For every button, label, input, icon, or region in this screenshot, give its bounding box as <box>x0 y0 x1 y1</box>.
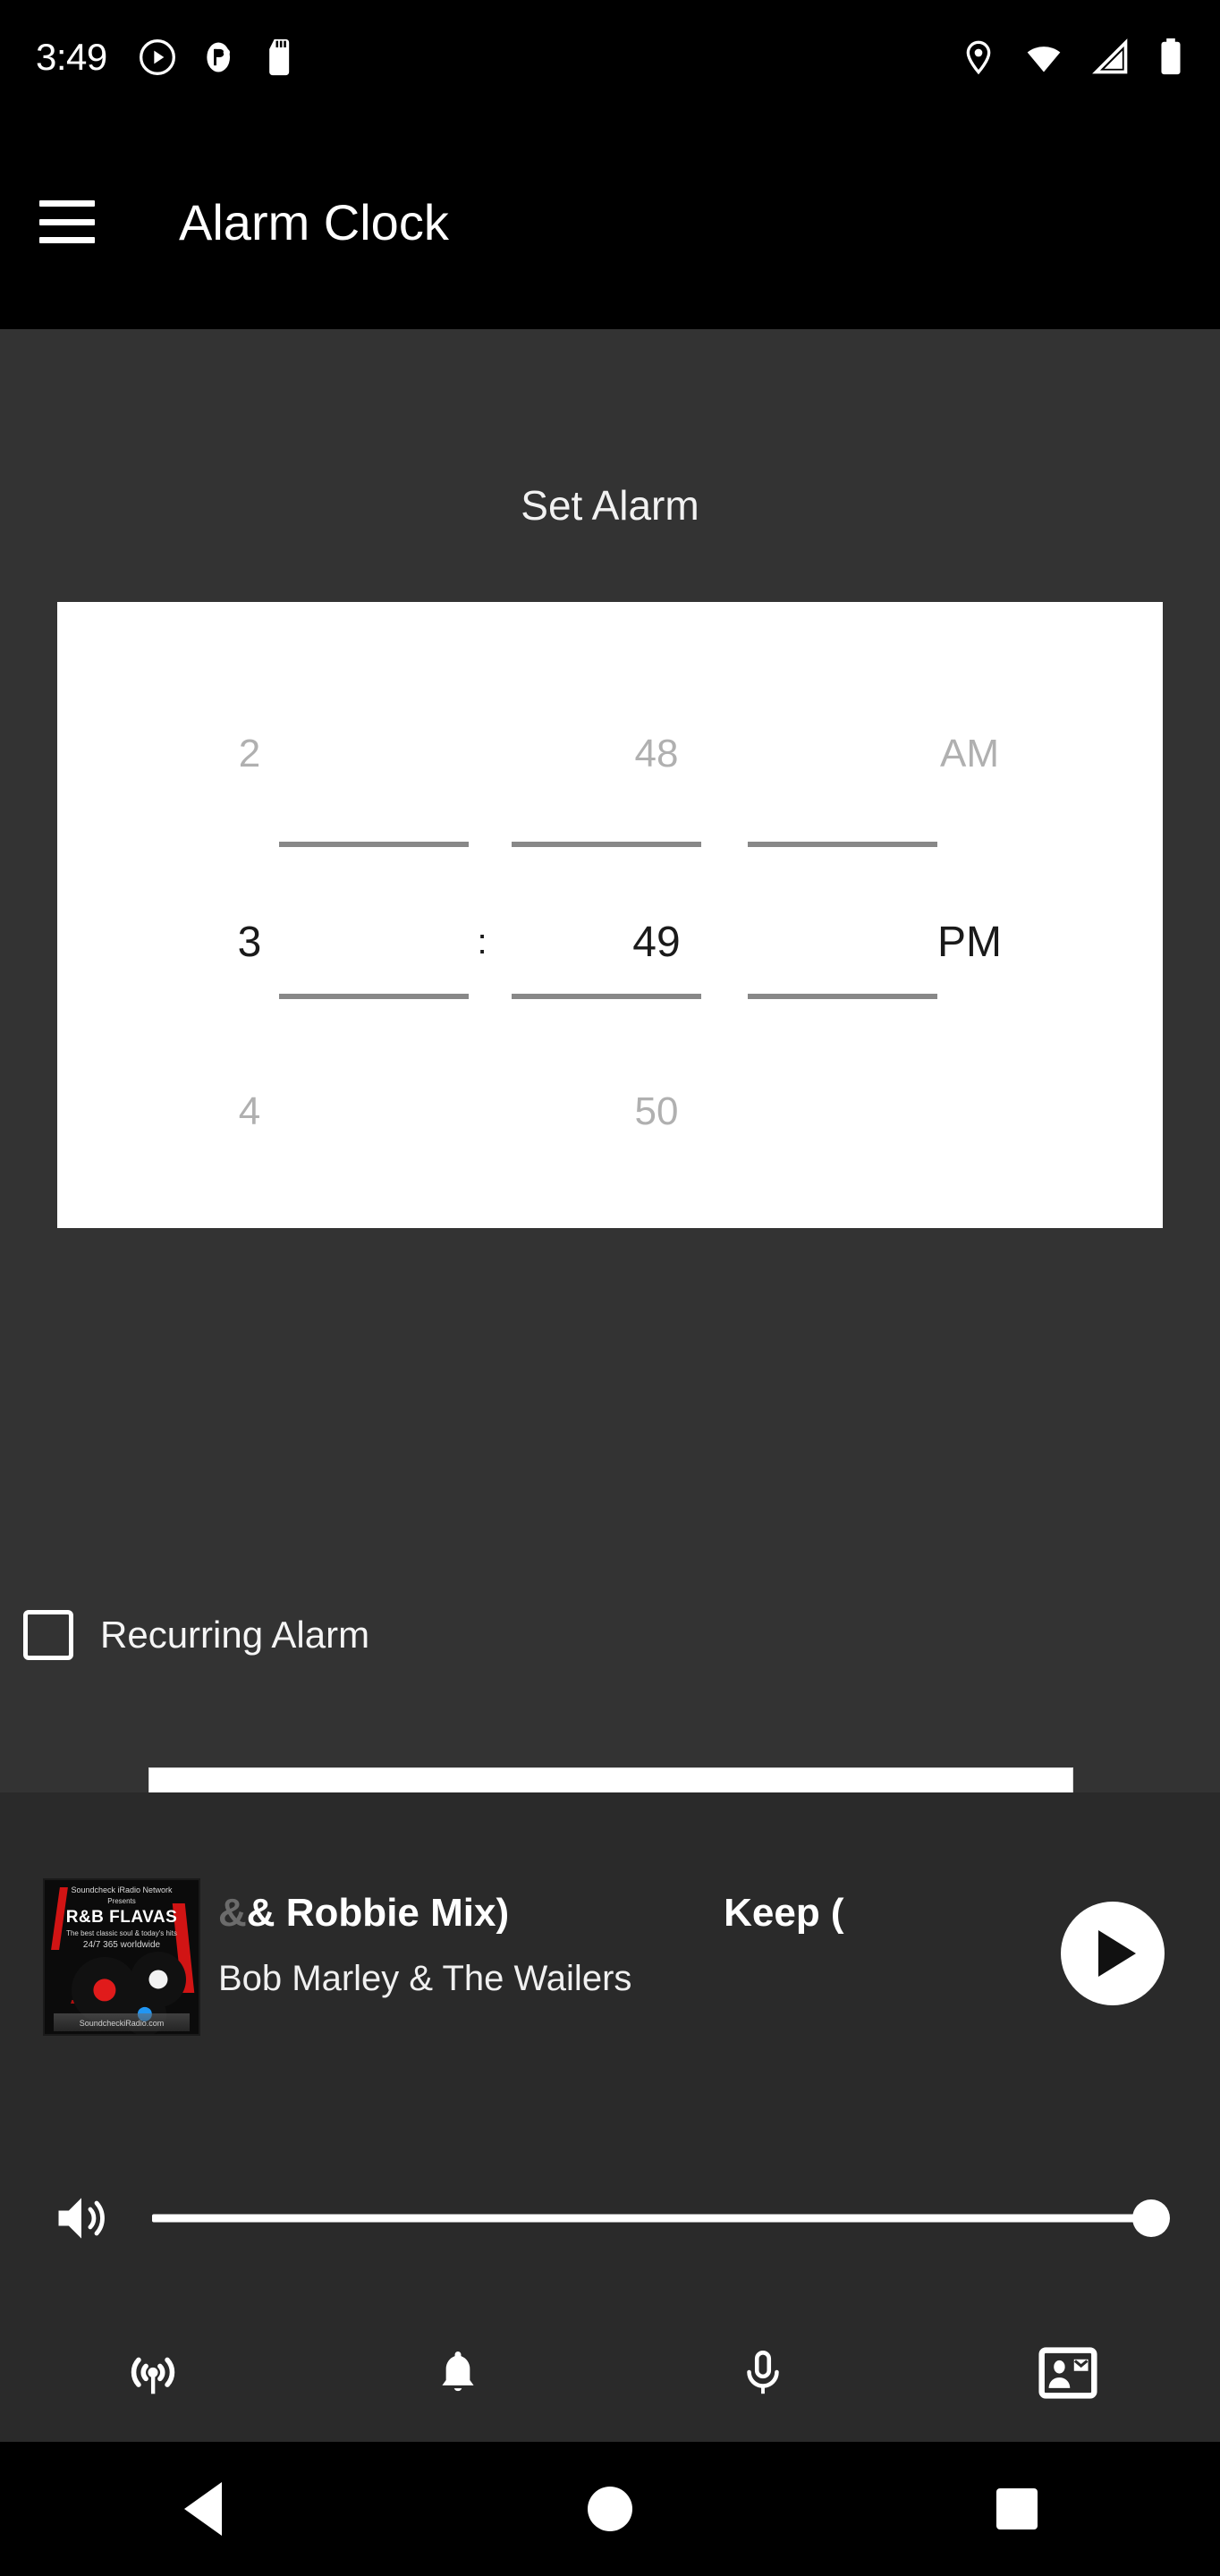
recurring-alarm-row[interactable]: Recurring Alarm <box>23 1610 369 1660</box>
now-playing-row: Soundcheck iRadio Network Presents R&B F… <box>0 1878 1220 2048</box>
main-content: Set Alarm 2 48 AM 3 : 49 PM 4 50 Recurri… <box>0 329 1220 2135</box>
time-picker-card[interactable]: 2 48 AM 3 : 49 PM 4 50 <box>57 602 1163 1228</box>
battery-icon <box>1157 37 1184 78</box>
home-circle-icon <box>588 2487 632 2531</box>
picker-hour-next[interactable]: 4 <box>239 1089 260 1134</box>
page-title: Alarm Clock <box>179 193 449 250</box>
android-nav-bar <box>0 2442 1220 2576</box>
time-picker-previous-row[interactable]: 2 48 AM <box>57 718 1163 790</box>
picker-period-selected[interactable]: PM <box>937 918 1002 967</box>
picker-minute-selected[interactable]: 49 <box>632 918 680 967</box>
contact-mail-icon <box>1037 2345 1099 2405</box>
picker-separator: : <box>477 921 487 962</box>
track-title-marquee: && Robbie Mix) Keep ( <box>218 1891 844 1935</box>
play-circle-icon <box>138 38 177 77</box>
play-icon <box>1098 1930 1136 1977</box>
status-bar-system-icons <box>961 37 1184 78</box>
bottom-tab-bar <box>0 2308 1220 2442</box>
cellular-signal-icon <box>1091 38 1131 77</box>
status-bar-clock: 3:49 <box>36 36 107 78</box>
status-bar-notification-icons <box>138 38 299 77</box>
picker-period-previous[interactable]: AM <box>940 732 999 776</box>
play-button[interactable] <box>1061 1902 1165 2005</box>
app-bar: Alarm Clock <box>0 114 1220 329</box>
volume-slider[interactable] <box>152 2199 1170 2237</box>
microphone-icon <box>737 2342 789 2409</box>
section-title: Set Alarm <box>521 482 699 529</box>
picker-minute-previous[interactable]: 48 <box>635 732 679 776</box>
tab-alarm[interactable] <box>305 2343 610 2408</box>
volume-slider-track[interactable] <box>152 2214 1165 2223</box>
back-triangle-icon <box>184 2482 223 2536</box>
track-title: & Robbie Mix) <box>246 1891 510 1935</box>
time-picker-selected-row[interactable]: 3 : 49 PM <box>57 906 1163 978</box>
recurring-alarm-label: Recurring Alarm <box>100 1614 370 1656</box>
album-art-title: R&B FLAVAS <box>65 1908 178 1927</box>
recurring-alarm-checkbox[interactable] <box>23 1610 73 1660</box>
volume-up-icon[interactable] <box>47 2188 125 2249</box>
picker-minute-next[interactable]: 50 <box>635 1089 679 1134</box>
tab-broadcast[interactable] <box>0 2342 305 2409</box>
album-art-footer: SoundcheckiRadio.com <box>79 2019 165 2028</box>
volume-row <box>0 2165 1220 2272</box>
do-not-disturb-icon <box>200 38 240 77</box>
now-playing-text: && Robbie Mix) Keep ( Bob Marley & The Wa… <box>218 1878 1059 2036</box>
nav-back[interactable] <box>0 2482 407 2536</box>
album-art-tagline-1: The best classic soul & today's hits <box>66 1929 177 1937</box>
picker-hour-previous[interactable]: 2 <box>239 732 260 776</box>
album-art-network: Soundcheck iRadio Network <box>71 1885 173 1894</box>
album-art-tagline-2: 24/7 365 worldwide <box>82 1940 161 1950</box>
track-artist: Bob Marley & The Wailers <box>218 1959 632 1998</box>
wifi-icon <box>1023 38 1064 77</box>
track-title-secondary: Keep ( <box>724 1891 844 1935</box>
album-art-presents: Presents <box>107 1897 136 1905</box>
hamburger-menu-icon[interactable] <box>39 200 95 243</box>
recents-square-icon <box>995 2488 1038 2529</box>
picker-hour-selected[interactable]: 3 <box>238 918 262 967</box>
location-pin-icon <box>961 38 996 77</box>
status-bar: 3:49 <box>0 0 1220 114</box>
album-art: Soundcheck iRadio Network Presents R&B F… <box>43 1878 200 2036</box>
tab-contact[interactable] <box>915 2345 1220 2405</box>
time-picker-next-row[interactable]: 4 50 <box>57 1076 1163 1148</box>
sd-card-icon <box>263 38 299 77</box>
nav-home[interactable] <box>407 2487 814 2531</box>
bell-icon <box>429 2343 487 2408</box>
phone-screen: 3: 49 Alarm Clock Set Alarm 2 48 AM 3: 4… <box>0 0 1220 2576</box>
broadcast-tower-icon <box>122 2342 184 2409</box>
player-sheet: Soundcheck iRadio Network Presents R&B F… <box>0 1792 1220 2442</box>
volume-slider-thumb[interactable] <box>1132 2199 1170 2237</box>
tab-microphone[interactable] <box>610 2342 915 2409</box>
nav-recent[interactable] <box>813 2488 1220 2529</box>
